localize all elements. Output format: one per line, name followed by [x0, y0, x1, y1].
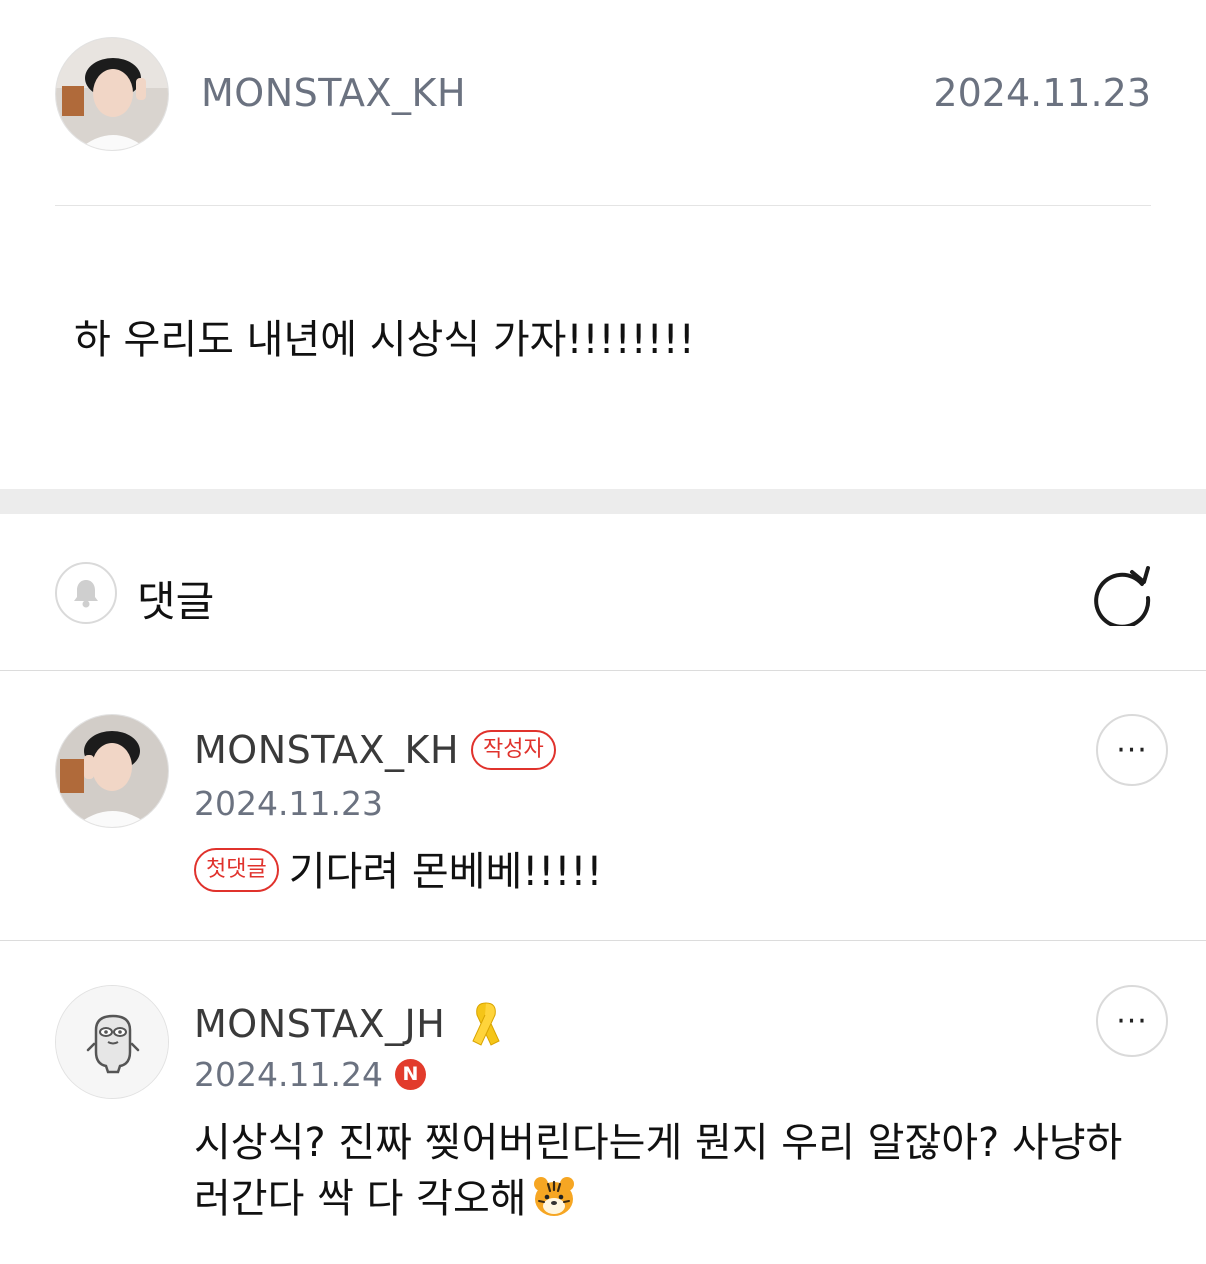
refresh-button[interactable]: [1090, 562, 1154, 629]
commenter-avatar[interactable]: [55, 985, 169, 1099]
commenter-avatar[interactable]: [55, 714, 169, 828]
comment-author-name[interactable]: MONSTAX_JH: [194, 1002, 445, 1046]
tiger-emoji-icon: [533, 1177, 574, 1216]
new-badge: N: [394, 1059, 426, 1090]
comment-text: 첫댓글 기다려 몬베베!!!!!: [194, 844, 1144, 900]
comment-date-text: 2024.11.23: [194, 784, 383, 823]
yellow-ribbon-icon: [472, 1002, 500, 1046]
bell-icon: [74, 580, 98, 608]
comments-title: 댓글: [137, 577, 215, 626]
header-divider: [55, 205, 1151, 206]
comment-text-line-2: 러간다 싹 다 각오해: [194, 1171, 1144, 1227]
comment-text-line: 시상식? 진짜 찢어버린다는게 뭔지 우리 알잖아? 사냥하: [194, 1120, 1123, 1166]
post-page: MONSTAX_KH 2024.11.23 하 우리도 내년에 시상식 가자!!…: [0, 0, 1206, 1264]
section-separator: [0, 489, 1206, 514]
comment-author-name[interactable]: MONSTAX_KH: [194, 728, 459, 772]
comment-author[interactable]: MONSTAX_JH: [194, 999, 505, 1049]
comment-date: 2024.11.24 N: [194, 1055, 426, 1094]
refresh-icon: [1094, 566, 1151, 629]
post-header: MONSTAX_KH 2024.11.23: [55, 37, 1151, 151]
comment-text-line: 러간다 싹 다 각오해: [194, 1176, 527, 1222]
comment-date: 2024.11.23: [194, 784, 383, 823]
post-date: 2024.11.23: [933, 71, 1151, 115]
default-avatar-icon: [56, 986, 168, 1098]
comment-date-text: 2024.11.24: [194, 1055, 383, 1094]
notification-toggle-button[interactable]: [55, 562, 117, 624]
more-options-button[interactable]: ···: [1096, 714, 1168, 786]
post-body-text: 하 우리도 내년에 시상식 가자!!!!!!!!: [74, 317, 695, 363]
comment-text-content: 기다려 몬베베!!!!!: [288, 849, 603, 895]
comment-text: 시상식? 진짜 찢어버린다는게 뭔지 우리 알잖아? 사냥하 러간다 싹 다 각…: [194, 1115, 1144, 1227]
more-icon: ···: [1116, 732, 1148, 768]
comments-divider: [0, 670, 1206, 671]
author-avatar[interactable]: [55, 37, 169, 151]
writer-badge: 작성자: [471, 730, 556, 770]
first-comment-badge: 첫댓글: [194, 848, 279, 892]
more-options-button[interactable]: ···: [1096, 985, 1168, 1057]
comment-author[interactable]: MONSTAX_KH 작성자: [194, 728, 556, 772]
more-icon: ···: [1116, 1003, 1148, 1039]
post-author-name[interactable]: MONSTAX_KH: [201, 71, 466, 115]
comment-divider: [0, 940, 1206, 941]
